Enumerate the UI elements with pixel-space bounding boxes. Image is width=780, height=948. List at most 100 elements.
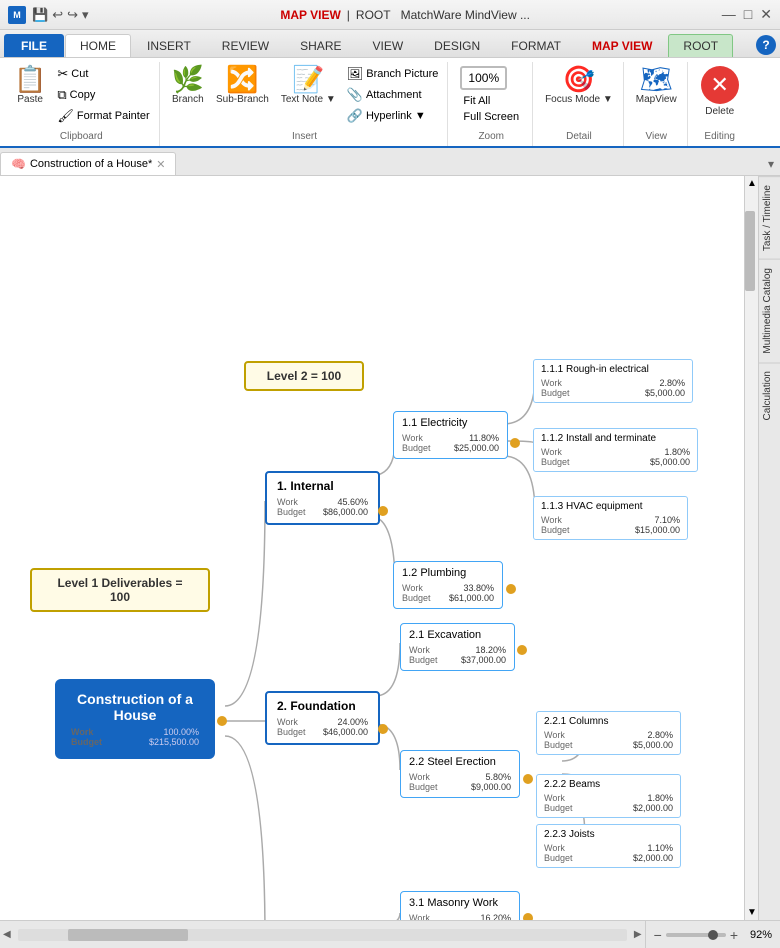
tab-file[interactable]: FILE [4,34,64,57]
branch-picture-button[interactable]: 🖼 Branch Picture [344,64,442,84]
electricity-node[interactable]: 1.1 Electricity Work 11.80% Budget $25,0… [393,411,508,459]
tab-review[interactable]: REVIEW [207,34,284,57]
scroll-up-arrow[interactable]: ▲ [745,176,758,191]
paste-label: Paste [17,94,43,105]
view-group-label: View [645,131,667,144]
level1-box: Level 1 Deliverables =100 [30,568,210,612]
clipboard-small-stack: ✂ Cut ⧉ Copy 🖌 Format Painter [54,64,152,126]
install-terminate-node[interactable]: 1.1.2 Install and terminate Work 1.80% B… [533,428,698,472]
tab-root[interactable]: ROOT [668,34,733,57]
quick-access: 💾 ↩ ↪ ▾ [32,7,89,23]
minimize-btn[interactable]: — [722,6,736,23]
doc-tab-icon: 🧠 [11,157,26,171]
sub-branch-button[interactable]: 🔀 Sub-Branch [212,64,273,107]
tab-view[interactable]: VIEW [357,34,418,57]
app-icon: M [8,6,26,24]
install-terminate-stats: Work 1.80% Budget $5,000.00 [541,447,690,467]
paste-button[interactable]: 📋 Paste [10,64,50,107]
foundation-node[interactable]: 2. Foundation Work 24.00% Budget $46,000… [265,691,380,745]
mapview-label: MAP VIEW [280,8,340,22]
zoom-100-button[interactable]: 100% [460,66,507,90]
attachment-icon: 📎 [347,87,363,103]
full-screen-label: Full Screen [463,111,519,123]
vertical-scrollbar[interactable]: ▲ ▼ [744,176,758,920]
internal-node[interactable]: 1. Internal Work 45.60% Budget $86,000.0… [265,471,380,525]
hscroll-left-arrow[interactable]: ◀ [0,929,14,940]
sub-branch-label: Sub-Branch [216,94,269,105]
zoom-control[interactable]: 100% Fit All Full Screen [456,64,526,127]
branch-button[interactable]: 🌿 Branch [168,64,208,107]
hscroll-right-arrow[interactable]: ▶ [631,929,645,940]
beams-stats: Work 1.80% Budget $2,000.00 [544,793,673,813]
excavation-title: 2.1 Excavation [409,629,506,641]
detail-label: Detail [566,131,592,144]
title-bar: M 💾 ↩ ↪ ▾ MAP VIEW | ROOT MatchWare Mind… [0,0,780,30]
foundation-title: 2. Foundation [277,699,368,713]
zoom-slider[interactable] [666,933,726,937]
excavation-node[interactable]: 2.1 Excavation Work 18.20% Budget $37,00… [400,623,515,671]
cut-label: Cut [71,68,88,80]
sidebar-tab-calculation[interactable]: Calculation [759,362,780,428]
beams-node[interactable]: 2.2.2 Beams Work 1.80% Budget $2,000.00 [536,774,681,818]
save-icon[interactable]: 💾 [32,7,48,23]
doc-tab-main[interactable]: 🧠 Construction of a House* ✕ [0,152,176,175]
format-painter-button[interactable]: 🖌 Format Painter [54,106,152,126]
tab-mapview[interactable]: MAP VIEW [577,34,667,57]
close-btn[interactable]: ✕ [760,6,772,23]
attachment-button[interactable]: 📎 Attachment [344,85,442,105]
steel-erection-stats: Work 5.80% Budget $9,000.00 [409,772,511,792]
undo-icon[interactable]: ↩ [52,7,63,23]
joists-node[interactable]: 2.2.3 Joists Work 1.10% Budget $2,000.00 [536,824,681,868]
view-content: 🗺 MapView [632,64,681,131]
hscroll-thumb[interactable] [68,929,188,941]
scroll-track[interactable] [745,191,758,905]
zoom-100-label: 100% [468,71,499,85]
electricity-stats: Work 11.80% Budget $25,000.00 [402,433,499,453]
delete-button[interactable]: ✕ Delete [697,64,743,119]
mindmap-canvas[interactable]: Level 1 Deliverables =100 Level 2 = 100 … [0,176,758,920]
horizontal-scrollbar[interactable]: ◀ ▶ [0,921,646,948]
tab-design[interactable]: DESIGN [419,34,495,57]
tab-home[interactable]: HOME [65,34,131,57]
tab-insert[interactable]: INSERT [132,34,206,57]
scroll-thumb[interactable] [745,211,755,291]
sidebar-tab-task[interactable]: Task / Timeline [759,176,780,259]
tab-share[interactable]: SHARE [285,34,356,57]
title-right[interactable]: — □ ✕ [722,6,772,23]
help-button[interactable]: ? [756,35,776,55]
zoom-out-btn[interactable]: − [654,927,662,943]
doc-tab-arrow[interactable]: ▾ [762,153,780,175]
cut-button[interactable]: ✂ Cut [54,64,152,84]
focus-mode-button[interactable]: 🎯 Focus Mode ▼ [541,64,617,107]
zoom-level-label: 92% [742,929,772,941]
hvac-node[interactable]: 1.1.3 HVAC equipment Work 7.10% Budget $… [533,496,688,540]
masonry-node[interactable]: 3.1 Masonry Work Work 16.20% Budget $62,… [400,891,520,920]
mapview-btn-label: MapView [636,94,677,105]
copy-button[interactable]: ⧉ Copy [54,85,152,105]
maximize-btn[interactable]: □ [744,6,752,23]
columns-node[interactable]: 2.2.1 Columns Work 2.80% Budget $5,000.0… [536,711,681,755]
scroll-down-arrow[interactable]: ▼ [745,905,758,920]
mapview-button[interactable]: 🗺 MapView [632,64,681,107]
redo-icon[interactable]: ↪ [67,7,78,23]
doc-tab-close[interactable]: ✕ [156,158,165,171]
hyperlink-button[interactable]: 🔗 Hyperlink ▼ [344,106,442,126]
tab-format[interactable]: FORMAT [496,34,576,57]
delete-icon: ✕ [701,66,739,104]
plumbing-node[interactable]: 1.2 Plumbing Work 33.80% Budget $61,000.… [393,561,503,609]
sidebar-tab-multimedia[interactable]: Multimedia Catalog [759,259,780,362]
doc-tabs: 🧠 Construction of a House* ✕ ▾ [0,148,780,176]
root-node[interactable]: Construction of a House Work 100.00% Bud… [55,679,215,759]
hscroll-track[interactable] [18,929,627,941]
rough-in-node[interactable]: 1.1.1 Rough-in electrical Work 2.80% Bud… [533,359,693,403]
bottom-bar: ◀ ▶ − + 92% [0,920,780,948]
zoom-in-btn[interactable]: + [730,927,738,943]
steel-erection-node[interactable]: 2.2 Steel Erection Work 5.80% Budget $9,… [400,750,520,798]
title-center: MAP VIEW | ROOT MatchWare MindView ... [280,8,530,22]
fit-all-button[interactable]: Fit All [460,93,493,109]
text-note-button[interactable]: 📝 Text Note ▼ [277,64,340,107]
zoom-slider-thumb[interactable] [708,930,718,940]
full-screen-button[interactable]: Full Screen [460,109,522,125]
foundation-stats: Work 24.00% Budget $46,000.00 [277,717,368,737]
menu-icon[interactable]: ▾ [82,7,89,23]
